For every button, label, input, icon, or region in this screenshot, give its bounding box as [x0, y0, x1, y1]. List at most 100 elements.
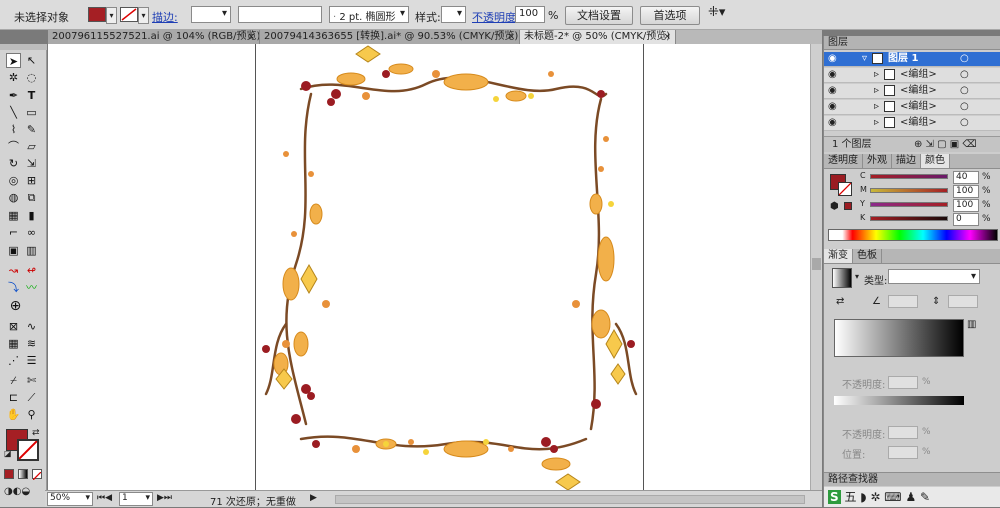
pencil-tool-icon[interactable]: ✎ — [24, 122, 39, 137]
value-y[interactable]: 100 — [953, 199, 979, 212]
color-spectrum-bar[interactable] — [828, 229, 998, 241]
graph-tool-icon[interactable]: ▥ — [24, 243, 39, 258]
input-method-icon[interactable]: S — [828, 490, 841, 504]
tools-panel-grip[interactable] — [0, 44, 47, 50]
scrollbar-thumb[interactable] — [812, 258, 821, 270]
reverse-gradient-icon[interactable]: ⇄ — [836, 296, 844, 307]
eye-icon[interactable]: ◉ — [828, 52, 837, 66]
hand-tool-icon[interactable]: ✋ — [6, 407, 21, 422]
slider-m[interactable] — [870, 188, 948, 193]
zoom-tool-icon[interactable]: ⚲ — [24, 407, 39, 422]
eyedropper-tool-icon[interactable]: ⌐ — [6, 225, 21, 240]
stroke-label-link[interactable]: 描边: — [152, 9, 178, 25]
expand-arrow-icon[interactable]: ▹ — [874, 116, 879, 130]
angle-input[interactable] — [888, 295, 918, 308]
value-c[interactable]: 40 — [953, 171, 979, 184]
layer-name[interactable]: 图层 1 — [888, 52, 918, 66]
stroke-swatch[interactable] — [120, 7, 138, 22]
perspective-grid-tool-icon[interactable]: ⧉ — [24, 190, 39, 205]
lasso-tool-icon[interactable]: ◌ — [24, 70, 39, 85]
status-menu-arrow[interactable]: ▶ — [310, 493, 317, 503]
grid-tool-icon[interactable]: ▦ — [6, 336, 21, 351]
style-select[interactable]: ▾ — [441, 6, 466, 23]
tab-document-3[interactable]: 未标题-2* @ 50% (CMYK/预览) × — [520, 30, 676, 44]
tab-document-1[interactable]: 20079611552​7521.ai @ 104% (RGB/预览) × — [48, 30, 260, 44]
tab-gradient[interactable]: 渐变 — [824, 249, 853, 263]
selection-tool-icon[interactable]: ➤ — [6, 53, 21, 68]
eye-icon[interactable]: ◉ — [828, 116, 837, 130]
stroke-weight-select[interactable]: ▾ — [191, 6, 231, 23]
slider-y[interactable] — [870, 202, 948, 207]
scale-tool-icon[interactable]: ⇲ — [24, 156, 39, 171]
swap-colors-icon[interactable]: ⇄ — [32, 428, 40, 438]
gradient-ramp[interactable] — [834, 396, 964, 405]
horizontal-scrollbar[interactable] — [335, 495, 805, 504]
eye-icon[interactable]: ◉ — [828, 68, 837, 82]
opacity-input[interactable]: 100 — [515, 6, 545, 23]
layer-actions-icons[interactable]: ⊕ ⇲ ▢ ▣ ⌫ — [914, 137, 977, 152]
close-icon[interactable]: × — [663, 30, 671, 44]
stroke-dropdown-arrow[interactable]: ▾ — [138, 7, 149, 24]
tab-swatches[interactable]: 色板 — [853, 249, 882, 263]
layer-name[interactable]: <编组> — [900, 116, 937, 130]
value-m[interactable]: 100 — [953, 185, 979, 198]
brush-select[interactable]: · 2 pt. 椭圆形 ▾ — [329, 6, 409, 23]
expand-arrow-icon[interactable]: ▿ — [862, 52, 867, 66]
eraser-tool-icon[interactable]: ▱ — [24, 139, 39, 154]
zigzag-tool-icon[interactable]: ≋ — [24, 336, 39, 351]
slider-k[interactable] — [870, 216, 948, 221]
next-artboard-icon[interactable]: ▶⏭ — [157, 493, 172, 503]
slider-c[interactable] — [870, 174, 948, 179]
layer-name[interactable]: <编组> — [900, 84, 937, 98]
fill-swatch[interactable] — [88, 7, 106, 22]
path-tool-icon[interactable]: ↝ — [6, 263, 21, 278]
stop-opacity-input[interactable] — [888, 426, 918, 439]
tab-stroke[interactable]: 描边 — [892, 154, 921, 168]
close-icon[interactable]: × — [247, 30, 255, 44]
blend-tool-icon[interactable]: ∞ — [24, 225, 39, 240]
target-circle-icon[interactable]: ○ — [960, 116, 969, 130]
target-tool-icon[interactable]: ⊕ — [8, 299, 23, 314]
layers-panel-title[interactable]: 图层 — [824, 36, 1000, 50]
delete-stop-icon[interactable]: ▥ — [967, 319, 976, 330]
free-transform-tool-icon[interactable]: ⊞ — [24, 173, 39, 188]
floral-frame-artwork[interactable] — [256, 44, 645, 491]
stroke-color-box[interactable] — [17, 439, 39, 461]
gradient-slider-preview[interactable] — [834, 319, 964, 357]
type-tool-icon[interactable]: T — [24, 88, 39, 103]
knife-tool-icon[interactable]: ⟋ — [24, 390, 39, 405]
preferences-button[interactable]: 首选项 — [640, 6, 700, 25]
crop-tool-icon[interactable]: ⊏ — [6, 390, 21, 405]
anchor-tool-icon[interactable]: ⤵ — [6, 280, 21, 295]
default-colors-icon[interactable]: ◪ — [4, 449, 12, 458]
out-of-gamut-icon[interactable]: ⬢ — [830, 201, 839, 212]
pen-tool-icon[interactable]: ✒ — [6, 88, 21, 103]
opacity-label-link[interactable]: 不透明度: — [472, 9, 520, 25]
gradient-opacity-input[interactable] — [888, 376, 918, 389]
gradient-type-select[interactable]: ▾ — [888, 269, 980, 284]
slice-tool-icon[interactable]: ⌿ — [6, 373, 21, 388]
target-circle-icon[interactable]: ○ — [960, 84, 969, 98]
layer-row-4[interactable]: ◉ ▹ <编组> ○ — [824, 100, 1000, 115]
line-tool-icon[interactable]: ╲ — [6, 105, 21, 120]
artboard-tool-icon[interactable]: ⊠ — [6, 319, 21, 334]
expand-arrow-icon[interactable]: ▹ — [874, 100, 879, 114]
gradient-preview-swatch[interactable] — [832, 268, 852, 288]
layer-row-5[interactable]: ◉ ▹ <编组> ○ — [824, 116, 1000, 131]
scatter-tool-icon[interactable]: ⋰ — [6, 353, 21, 368]
color-mode-icon[interactable] — [4, 469, 14, 479]
gradient-tool-icon[interactable]: ▮ — [24, 208, 39, 223]
layer-name[interactable]: <编组> — [900, 68, 937, 82]
tab-transparency[interactable]: 透明度 — [824, 154, 863, 168]
draw-mode-icons[interactable]: ◑◐◒ — [4, 486, 30, 497]
artboard[interactable] — [255, 44, 645, 491]
ime-tools-icons[interactable]: 五 ◗ ✲ ⌨ ♟ ✎ — [844, 490, 930, 504]
first-artboard-icon[interactable]: ⏮◀ — [97, 493, 112, 503]
eye-icon[interactable]: ◉ — [828, 84, 837, 98]
curve-tool-icon[interactable]: ↫ — [24, 263, 39, 278]
layer-row-2[interactable]: ◉ ▹ <编组> ○ — [824, 68, 1000, 83]
scissors-tool-icon[interactable]: ✄ — [24, 373, 39, 388]
target-circle-icon[interactable]: ○ — [960, 52, 969, 66]
location-input[interactable] — [888, 446, 918, 459]
warp-tool-icon[interactable]: ◎ — [6, 173, 21, 188]
